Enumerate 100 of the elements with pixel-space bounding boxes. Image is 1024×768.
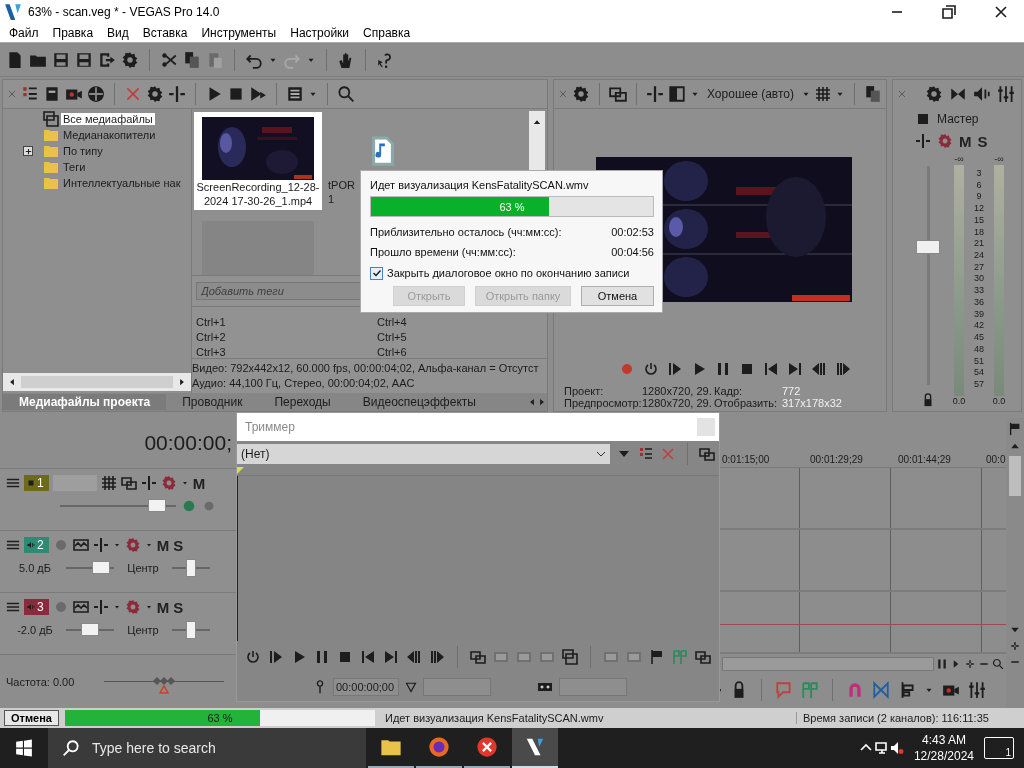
quality-dropdown[interactable]: Хорошее (авто) (704, 87, 797, 101)
clock-time: 4:43 AM (921, 732, 966, 748)
file-name: ScreenRecording_12-28- (196, 180, 320, 194)
scale-label: 30 (974, 273, 984, 284)
track-number: 3 (24, 599, 49, 615)
cancel-button[interactable]: Отмена (4, 710, 59, 726)
stat-label: Проект: (564, 385, 605, 397)
scale-label: 54 (974, 367, 984, 378)
checkbox-label: Закрыть диалоговое окно по окончанию записи (387, 267, 630, 279)
scale-label: 3 (976, 168, 982, 178)
scale-label: 18 (974, 226, 984, 237)
source-dropdown[interactable]: (Нет) (237, 444, 610, 464)
file-name: tPOR (328, 178, 355, 192)
render-message: Идет визуализация KensFatalitySCAN.wmv (370, 178, 590, 192)
panel-tab[interactable]: Переходы (258, 395, 347, 409)
solo-button[interactable]: S (173, 536, 184, 554)
stat-value: 1280x720, 29. (642, 397, 713, 409)
scale-label: 48 (974, 343, 984, 354)
menu-item[interactable]: Файл (2, 26, 46, 40)
stat-value: 772 (782, 385, 802, 397)
meter-reading: 0.0 (992, 396, 1006, 407)
stat-value: 1280x720, 29. (642, 385, 713, 397)
mute-button[interactable]: M (959, 132, 972, 150)
volume-reading: -2.0 дБ (16, 624, 54, 636)
notification-button[interactable]: 1 (984, 737, 1014, 759)
tree-item[interactable]: Медианакопители (61, 129, 158, 141)
search-field[interactable]: Type here to search (48, 728, 366, 768)
search-placeholder: Type here to search (92, 740, 216, 756)
media-info: Видео: 792x442x12, 60.000 fps, 00:00:04;02, Альфа-канал = Отсутст (192, 361, 540, 376)
scale-label: 57 (974, 378, 984, 389)
tree-item[interactable]: Теги (61, 161, 88, 173)
time-label: Приблизительно осталось (чч:мм:сс): (370, 226, 562, 238)
pan-reading: Центр (126, 624, 160, 636)
file-name: 2024 17-30-26_1.mp4 (203, 194, 313, 208)
file-name: 1 (328, 192, 335, 206)
tree-item[interactable]: По типу (61, 145, 105, 157)
rate-label: Частота: 0.00 (6, 675, 75, 688)
scale-label: 24 (974, 250, 984, 261)
menu-item[interactable]: Вставка (135, 26, 195, 40)
menu-item[interactable]: Настройки (283, 26, 357, 40)
stat-label: Отобразить: (714, 397, 778, 409)
scale-label: 12 (974, 203, 984, 214)
shortcut-label: Ctrl+5 (377, 331, 408, 345)
window-title: Триммер (245, 420, 295, 434)
dialog-button[interactable]: Отмена (581, 286, 654, 306)
pan-reading: Центр (126, 562, 160, 574)
tree-item[interactable]: Все медиафайлы (61, 113, 155, 125)
time-field[interactable]: 00:00:00;00 (333, 678, 399, 696)
media-tile[interactable]: ScreenRecording_12-28- 2024 17-30-26_1.mp4 (194, 112, 322, 210)
menu-item[interactable]: Справка (356, 26, 418, 40)
volume-reading: 5.0 дБ (18, 562, 52, 574)
status-message: Идет визуализация KensFatalitySCAN.wmv (383, 712, 605, 724)
menu-item[interactable]: Правка (45, 26, 101, 40)
time-value: 00:02:53 (611, 226, 654, 238)
shortcut-label: Ctrl+3 (196, 346, 227, 360)
panel-tab[interactable]: Проводник (166, 395, 259, 409)
tree-item[interactable]: Интеллектуальные нак (61, 177, 183, 189)
progress-percent: 63 % (207, 712, 233, 724)
timecode: 00:00:00; (144, 431, 232, 455)
shortcut-label: Ctrl+6 (377, 346, 408, 360)
ruler-time: 00:0 (986, 454, 1007, 467)
record-time: Время записи (2 каналов): 116:11:35 (795, 712, 989, 724)
stat-label: Предпросмотр: (564, 397, 642, 409)
window-title: 63% - scan.veg * - VEGAS Pro 14.0 (28, 5, 220, 19)
menu-item[interactable]: Инструменты (194, 26, 284, 40)
scale-label: 9 (976, 191, 982, 202)
panel-tab[interactable]: Медиафайлы проекта (3, 394, 167, 410)
scale-label: 45 (974, 332, 984, 343)
time-label: Прошло времени (чч:мм:сс): (370, 246, 516, 258)
time-value: 00:04:56 (611, 246, 654, 258)
scale-label: 33 (974, 285, 984, 296)
shortcut-label: Ctrl+1 (196, 316, 227, 330)
scale-label: 21 (974, 238, 984, 249)
media-info: Аудио: 44,100 Гц, Стерео, 00:00:04;02, AAC (192, 376, 416, 391)
scale-label: 15 (974, 214, 984, 225)
scale-label: 27 (974, 261, 984, 272)
peak-reading: -∞ (954, 154, 964, 165)
ruler-time: 0:01:15;00 (722, 454, 771, 467)
mute-button[interactable]: M (192, 474, 206, 492)
mute-button[interactable]: M (156, 536, 170, 554)
panel-tab[interactable]: Видеоспецэффекты (346, 395, 492, 409)
master-label: Мастер (937, 112, 979, 126)
shortcut-label: Ctrl+2 (196, 331, 227, 345)
ruler-time: 00:01:29;29 (810, 454, 864, 467)
solo-button[interactable]: S (977, 132, 988, 150)
progress-percent: 63 % (499, 200, 525, 213)
stat-value: 317x178x32 (782, 397, 843, 409)
menu-item[interactable]: Вид (100, 26, 136, 40)
solo-button[interactable]: S (173, 598, 184, 616)
meter-reading: 0.0 (952, 396, 966, 407)
scale-label: 42 (974, 320, 984, 331)
scale-label: 39 (974, 308, 984, 319)
stat-label: Кадр: (714, 385, 743, 397)
mute-button[interactable]: M (156, 598, 170, 616)
track-number: 1 (24, 475, 49, 491)
scale-label: 51 (974, 355, 984, 366)
clock-date: 12/28/2024 (913, 748, 974, 764)
ruler-time: 00:01:44;29 (898, 454, 952, 467)
peak-reading: -∞ (994, 154, 1004, 165)
track-number: 2 (24, 537, 49, 553)
